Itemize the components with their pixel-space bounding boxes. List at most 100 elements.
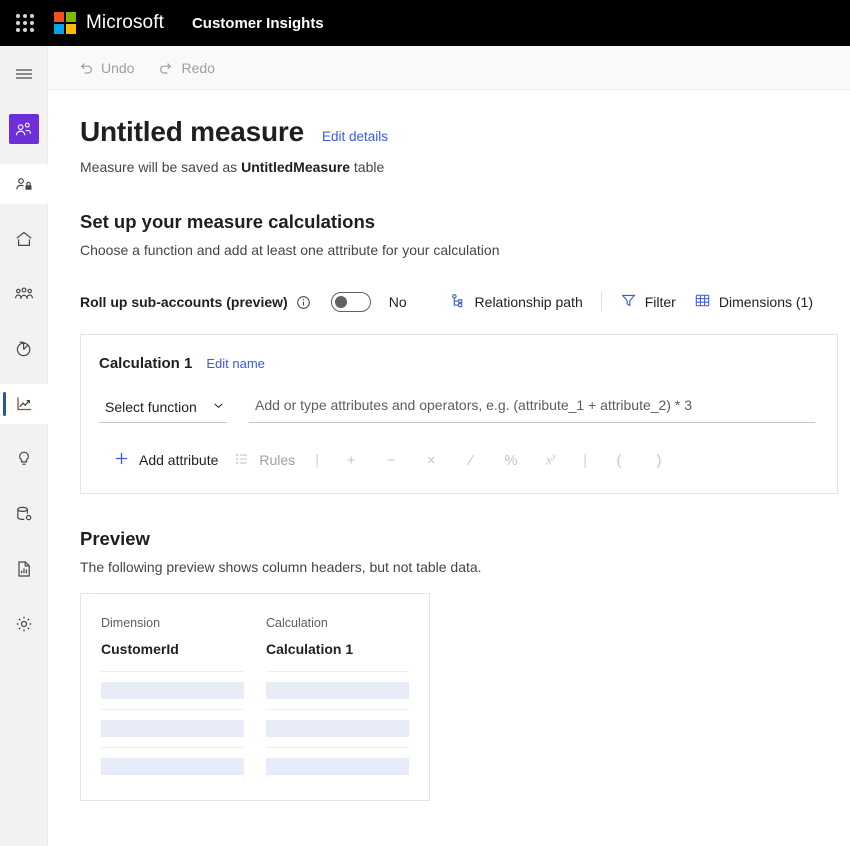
- sidebar-item-customers[interactable]: [0, 109, 48, 149]
- brand-name: Microsoft: [86, 12, 164, 33]
- rollup-control: Roll up sub-accounts (preview) No: [80, 292, 407, 312]
- filter-icon: [620, 292, 637, 312]
- lightbulb-icon: [14, 449, 34, 469]
- sidebar-item-measures[interactable]: [0, 384, 48, 424]
- operator-close-paren-button[interactable]: ): [639, 448, 679, 473]
- hamburger-menu-icon[interactable]: [0, 54, 48, 94]
- add-attribute-label: Add attribute: [139, 452, 219, 468]
- filter-label: Filter: [644, 294, 676, 310]
- options-row: Roll up sub-accounts (preview) No Relati…: [80, 286, 850, 318]
- preview-table: Dimension Calculation CustomerId Calcula…: [101, 616, 409, 785]
- section-title: Set up your measure calculations: [80, 211, 376, 232]
- save-location-prefix: Measure will be saved as: [80, 159, 242, 175]
- toolbar-divider-2: |: [583, 451, 587, 469]
- page-body: Untitled measure Edit details Measure wi…: [48, 90, 850, 801]
- skeleton-bar: [266, 682, 409, 699]
- top-bar: Microsoft Customer Insights: [0, 0, 850, 46]
- add-attribute-button[interactable]: Add attribute: [105, 445, 226, 475]
- sidebar-item-intelligence[interactable]: [0, 439, 48, 479]
- operator-divide-button[interactable]: ∕: [451, 448, 491, 473]
- skeleton-bar: [266, 758, 409, 775]
- preview-column-name: CustomerId: [101, 641, 179, 657]
- save-location-suffix: table: [350, 159, 385, 175]
- table-row: [266, 709, 409, 747]
- sidebar-item-settings[interactable]: [0, 604, 48, 644]
- undo-label: Undo: [101, 59, 135, 76]
- dimensions-label: Dimensions (1): [718, 294, 813, 310]
- calculation-toolbar: Add attribute Rules | + − × ∕ % xy | (): [99, 445, 815, 475]
- operator-open-paren-button[interactable]: (: [599, 448, 639, 473]
- dimensions-table-icon: [694, 292, 711, 312]
- sidebar-item-consent[interactable]: [0, 164, 48, 204]
- undo-icon: [78, 60, 94, 76]
- preview-column-header: Dimension: [101, 616, 161, 630]
- relationship-path-icon: [450, 292, 467, 312]
- sidebar-item-home[interactable]: [0, 219, 48, 259]
- operator-multiply-button[interactable]: ×: [411, 448, 451, 473]
- relationship-path-label: Relationship path: [474, 294, 583, 310]
- dimensions-button[interactable]: Dimensions (1): [685, 286, 822, 318]
- undo-button[interactable]: Undo: [68, 55, 144, 81]
- database-gear-icon: [14, 504, 34, 524]
- section-subtitle: Choose a function and add at least one a…: [80, 242, 500, 258]
- skeleton-bar: [101, 758, 244, 775]
- rules-list-icon: [234, 451, 250, 470]
- people-icon: [8, 114, 39, 144]
- relationship-path-button[interactable]: Relationship path: [441, 286, 592, 318]
- save-location-table: UntitledMeasure: [241, 159, 350, 175]
- measure-actions: Relationship path Filter Dimensions (1): [441, 286, 822, 318]
- redo-icon: [158, 60, 174, 76]
- rollup-toggle[interactable]: [330, 292, 371, 312]
- calculation-name: Calculation 1: [99, 355, 193, 372]
- left-nav-rail: [0, 46, 48, 846]
- rules-button[interactable]: Rules: [226, 446, 303, 475]
- formula-field[interactable]: [249, 396, 815, 423]
- operator-minus-button[interactable]: −: [371, 448, 411, 473]
- pie-chart-icon: [14, 339, 34, 359]
- skeleton-bar: [101, 720, 244, 737]
- sidebar-item-segments[interactable]: [0, 274, 48, 314]
- operator-percent-button[interactable]: %: [491, 448, 531, 473]
- select-function-label: Select function: [105, 399, 197, 415]
- sidebar-item-data[interactable]: [0, 494, 48, 534]
- home-icon: [14, 229, 34, 249]
- toggle-state-label: No: [388, 294, 407, 310]
- preview-subtitle: The following preview shows column heade…: [80, 559, 482, 575]
- plus-icon: [113, 450, 130, 470]
- formula-input[interactable]: [253, 396, 813, 414]
- select-function-dropdown[interactable]: Select function: [99, 399, 227, 423]
- report-icon: [14, 559, 34, 579]
- microsoft-logo-icon: [54, 12, 76, 34]
- operator-plus-button[interactable]: +: [331, 448, 371, 473]
- preview-table-card: Dimension Calculation CustomerId Calcula…: [80, 593, 430, 801]
- page-header: Untitled measure Edit details: [80, 116, 850, 148]
- edit-name-link[interactable]: Edit name: [206, 356, 265, 371]
- calculation-inputs: Select function: [99, 396, 815, 423]
- toolbar-divider: |: [315, 451, 320, 469]
- calculation-header: Calculation 1 Edit name: [99, 355, 815, 372]
- filter-button[interactable]: Filter: [611, 286, 685, 318]
- redo-label: Redo: [181, 59, 215, 76]
- sidebar-item-analytics[interactable]: [0, 329, 48, 369]
- table-row: [266, 747, 409, 785]
- table-row: [101, 709, 244, 747]
- gear-icon: [14, 614, 34, 634]
- redo-button[interactable]: Redo: [148, 55, 224, 81]
- chevron-down-icon: [212, 399, 225, 415]
- rules-label: Rules: [259, 452, 296, 468]
- trending-chart-icon: [14, 394, 34, 414]
- info-icon[interactable]: [296, 295, 311, 310]
- table-row: [101, 671, 244, 709]
- app-launcher-icon[interactable]: [10, 8, 40, 38]
- action-divider: [600, 292, 602, 312]
- preview-column-header: Calculation: [266, 616, 328, 630]
- people-lock-icon: [14, 174, 34, 194]
- save-location-text: Measure will be saved as UntitledMeasure…: [80, 159, 850, 175]
- rollup-label: Roll up sub-accounts (preview): [80, 294, 288, 310]
- edit-details-link[interactable]: Edit details: [322, 129, 388, 144]
- command-bar: Undo Redo: [48, 46, 850, 90]
- operator-power-button[interactable]: xy: [531, 447, 571, 474]
- app-title[interactable]: Customer Insights: [192, 15, 324, 32]
- sidebar-item-reports[interactable]: [0, 549, 48, 589]
- preview-title: Preview: [80, 528, 150, 549]
